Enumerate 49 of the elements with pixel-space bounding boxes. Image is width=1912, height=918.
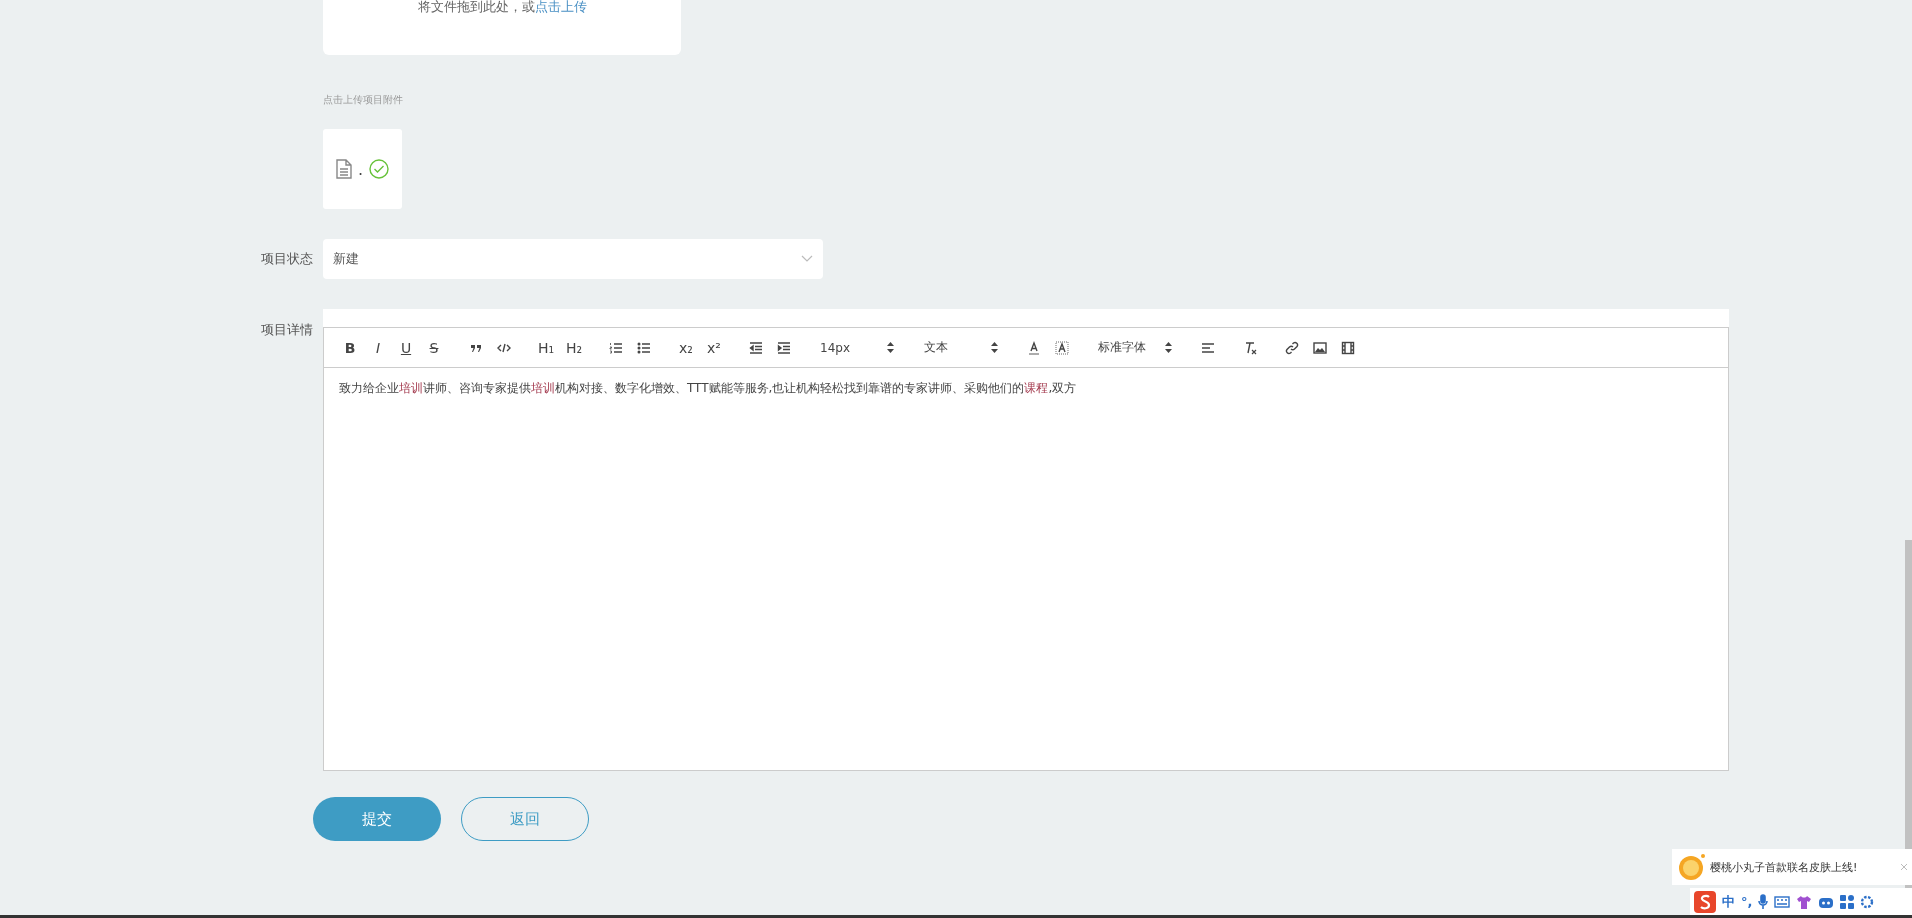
link-icon [1285,340,1299,355]
up-down-caret-icon [991,342,998,353]
upload-prompt: 将文件拖到此处，或点击上传 [417,0,587,16]
up-down-caret-icon [1165,342,1172,353]
settings-icon[interactable] [1860,894,1875,909]
upload-link[interactable]: 点击上传 [534,0,587,14]
sun-icon [1676,852,1706,882]
highlight-icon [1055,340,1069,355]
format-button[interactable]: U [392,335,420,360]
shirt-icon[interactable] [1796,894,1813,909]
attachment-hint: 点击上传项目附件 [323,93,404,107]
notification-text: 樱桃小丸子首款联名皮肤上线! [1710,859,1858,875]
format-button[interactable]: H₁ [532,335,560,360]
toolbar-select[interactable]: 文本 [916,335,1006,360]
up-down-caret-icon [887,342,894,353]
chevron-down-icon [801,255,813,263]
editor-content[interactable]: 致力给企业培训讲师、咨询专家提供培训机构对接、数字化增效、TTT赋能等服务,也让机构轻松找到靠谱的专家讲师、采购他们的课程,双方 [323,368,1729,771]
upload-dropzone[interactable]: 将文件拖到此处，或点击上传 [323,0,681,55]
punctuation-mode[interactable]: °, [1741,894,1753,909]
text-color-icon [1027,340,1041,355]
file-name: . [357,159,364,179]
field-label: 项目状态 [260,250,314,268]
align-icon [1201,340,1215,355]
indent-icon [777,340,791,355]
format-button[interactable]: I [364,335,392,360]
toolbar-select[interactable]: 14px [812,335,902,360]
keyboard-icon[interactable] [1774,895,1791,908]
ime-logo-icon[interactable] [1694,890,1716,913]
format-button[interactable]: x² [700,335,728,360]
editor-paragraph: 致力给企业培训讲师、咨询专家提供培训机构对接、数字化增效、TTT赋能等服务,也让机构轻松找到靠谱的专家讲师、采购他们的课程,双方 [339,380,1078,397]
check-circle-icon [369,159,390,179]
format-button[interactable]: S [420,335,448,360]
field-label: 项目详情 [260,321,314,339]
format-button[interactable]: H₂ [560,335,588,360]
image-icon [1313,340,1327,355]
microphone-icon[interactable] [1758,893,1769,910]
format-button[interactable]: x₂ [672,335,700,360]
film-icon [1341,340,1355,355]
document-icon [335,159,352,179]
status-select[interactable]: 新建 [323,239,823,279]
input-mode[interactable]: 中 [1722,892,1735,911]
outdent-icon [749,340,763,355]
bullet-list-icon [637,340,651,355]
clear-format-icon [1243,340,1257,355]
grid-icon[interactable] [1840,894,1855,909]
ordered-list-icon [609,340,623,355]
toolbar-select[interactable]: 标准字体 [1090,335,1180,360]
attachment-card[interactable]: . [323,129,402,209]
format-button[interactable]: B [336,335,364,360]
